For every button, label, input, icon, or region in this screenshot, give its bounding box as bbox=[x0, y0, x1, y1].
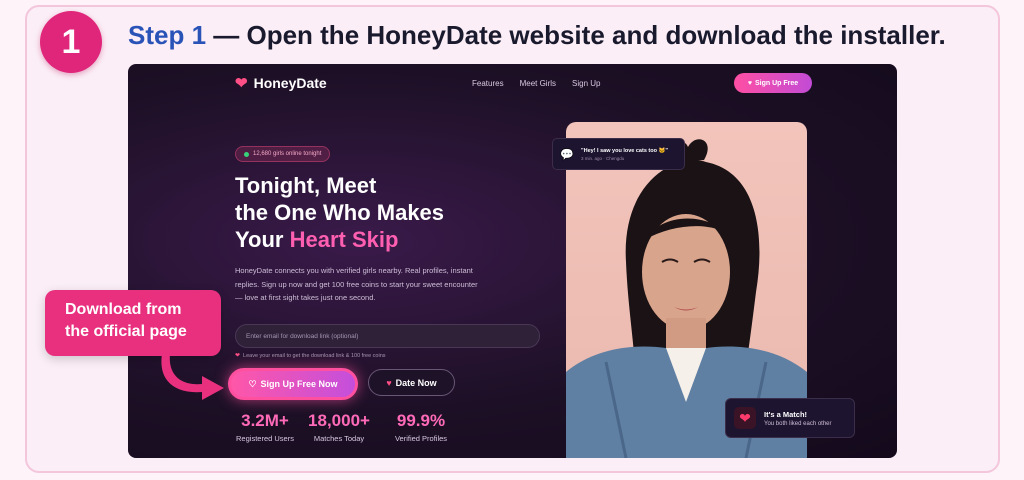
stat-value: 18,000+ bbox=[308, 411, 370, 430]
pointer-arrow-icon bbox=[161, 354, 224, 400]
hero-line-3-accent: Heart Skip bbox=[289, 227, 399, 252]
hero-description: HoneyDate connects you with verified gir… bbox=[235, 266, 478, 302]
heart-icon: ♥ bbox=[386, 377, 392, 388]
message-subtitle: 3 min. ago · Chengdu bbox=[581, 155, 625, 161]
sign-up-free-now-label: Sign Up Free Now bbox=[260, 379, 338, 389]
match-content: It's a Match! You both liked each other bbox=[764, 410, 832, 427]
stat-value: 99.9% bbox=[396, 411, 446, 430]
stat-label: Registered Users bbox=[236, 434, 294, 443]
date-now-label: Date Now bbox=[395, 377, 437, 388]
email-input[interactable]: Enter email for download link (optional) bbox=[235, 324, 540, 348]
heart-icon: ❤ bbox=[235, 75, 248, 92]
hero-line-3: Your Heart Skip bbox=[235, 226, 444, 253]
brand-logo[interactable]: ❤ HoneyDate bbox=[235, 74, 327, 92]
stat-label: Verified Profiles bbox=[394, 434, 448, 443]
message-content: "Hey! I saw you love cats too 🐱" 3 min. … bbox=[581, 148, 668, 161]
chat-bubble-icon: 💬 bbox=[560, 148, 574, 161]
match-notification: ❤ It's a Match! You both liked each othe… bbox=[725, 398, 855, 438]
stat-matches-today: 18,000+ Matches Today bbox=[303, 411, 375, 443]
nav-link-features[interactable]: Features bbox=[472, 79, 504, 88]
stat-value: 3.2M+ bbox=[241, 411, 289, 430]
online-count-text: 12,680 girls online tonight bbox=[253, 151, 322, 157]
nav-sign-up-button[interactable]: ♥ Sign Up Free bbox=[734, 73, 812, 93]
email-hint-text: Leave your email to get the download lin… bbox=[243, 352, 386, 359]
website-screenshot: ❤ HoneyDate Features Meet Girls Sign Up … bbox=[128, 64, 897, 458]
callout-line-1: Download from bbox=[65, 301, 182, 318]
nav-links: Features Meet Girls Sign Up bbox=[472, 79, 601, 88]
green-dot-icon bbox=[244, 151, 249, 157]
message-title: "Hey! I saw you love cats too 🐱" bbox=[581, 147, 668, 154]
hero-line-1: Tonight, Meet bbox=[235, 173, 377, 198]
nav-link-meet-girls[interactable]: Meet Girls bbox=[520, 79, 556, 88]
nav-link-sign-up[interactable]: Sign Up bbox=[572, 79, 600, 88]
hero-line-2: the One Who Makes bbox=[235, 200, 445, 225]
stat-label: Matches Today bbox=[313, 434, 365, 443]
date-now-button[interactable]: ♥ Date Now bbox=[368, 369, 455, 396]
callout-line-2: the official page bbox=[65, 323, 187, 340]
step-label: Step 1 bbox=[128, 20, 207, 50]
hero-line-3-prefix: Your bbox=[235, 227, 290, 252]
instruction-callout: Download from the official page bbox=[45, 290, 221, 356]
hero-heading: Tonight, Meet the One Who Makes Your Hea… bbox=[235, 172, 444, 253]
step-number-badge: 1 bbox=[40, 11, 102, 73]
sign-up-free-now-button[interactable]: ♡ Sign Up Free Now bbox=[228, 368, 358, 400]
email-hint: ❤ Leave your email to get the download l… bbox=[235, 352, 386, 360]
match-subtitle: You both liked each other bbox=[764, 420, 832, 427]
heart-icon: ♥ bbox=[747, 79, 752, 87]
step-title: Step 1 — Open the HoneyDate website and … bbox=[128, 20, 946, 51]
heart-icon: ❤ bbox=[734, 407, 756, 429]
stat-verified-profiles: 99.9% Verified Profiles bbox=[386, 411, 456, 443]
message-notification: 💬 "Hey! I saw you love cats too 🐱" 3 min… bbox=[552, 138, 685, 170]
brand-name: HoneyDate bbox=[253, 75, 327, 91]
nav-sign-up-label: Sign Up Free bbox=[754, 79, 799, 87]
online-count-badge: 12,680 girls online tonight bbox=[235, 146, 331, 162]
match-title: It's a Match! bbox=[764, 409, 808, 419]
stat-registered-users: 3.2M+ Registered Users bbox=[232, 411, 298, 443]
step-description: — Open the HoneyDate website and downloa… bbox=[206, 20, 946, 50]
heart-icon: ♡ bbox=[248, 378, 257, 389]
